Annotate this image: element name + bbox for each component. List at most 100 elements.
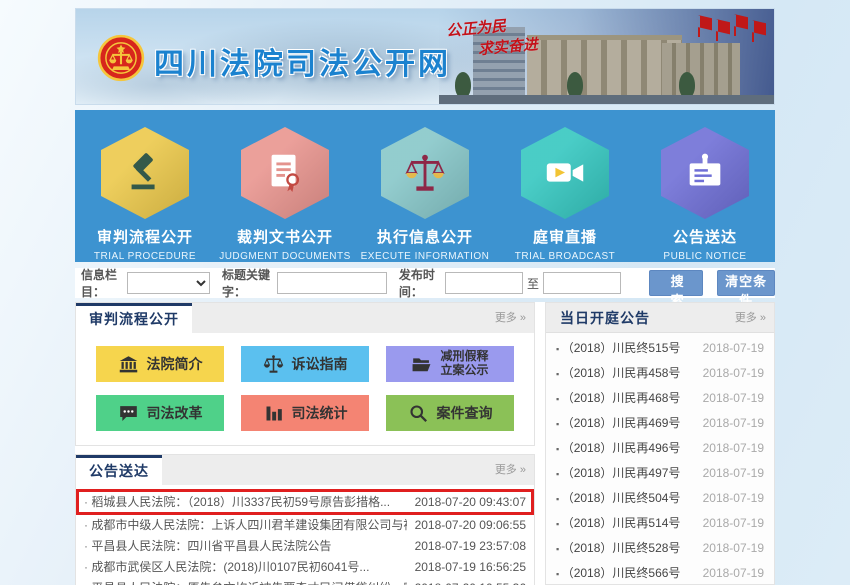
case-number-link[interactable]: （2018）川民终515号	[556, 336, 680, 361]
court-intro-button[interactable]: 法院简介	[96, 346, 224, 382]
hearing-date: 2018-07-19	[703, 361, 764, 386]
announcement-link[interactable]: 成都市中级人民法院：上诉人四川君羊建设集团有限公司与被上诉...	[84, 515, 407, 536]
hearing-case-row: （2018）川民终566号 2018-07-19	[546, 561, 774, 585]
more-link[interactable]: 更多 »	[495, 455, 534, 485]
announcement-link[interactable]: 稻城县人民法院：（2018）川3337民初59号原告彭措格...	[84, 492, 390, 512]
nav-item-public-notice[interactable]: 公告送达 PUBLIC NOTICE	[635, 110, 775, 262]
keyword-label: 标题关键字：	[222, 266, 275, 300]
left-column: 审判流程公开 更多 » 法院简介	[75, 302, 535, 585]
panel-title: 公告送达	[76, 455, 162, 485]
courthouse-icon	[118, 354, 139, 375]
hearing-case-row: （2018）川民终515号 2018-07-19	[546, 336, 774, 361]
date-to-input[interactable]	[543, 272, 621, 294]
case-number-link[interactable]: （2018）川民终566号	[556, 561, 680, 585]
date-from-input[interactable]	[445, 272, 523, 294]
red-flag	[698, 15, 712, 37]
category-label: 信息栏目：	[81, 266, 125, 300]
announcement-date: 2018-07-19 23:57:08	[415, 536, 526, 557]
announcement-row: 成都市中级人民法院：上诉人四川君羊建设集团有限公司与被上诉... 2018-07…	[76, 515, 534, 536]
more-link[interactable]: 更多 »	[735, 303, 774, 332]
today-hearing-panel: 当日开庭公告 更多 » （2018）川民终515号 2018-07-19 （20…	[545, 302, 775, 585]
nav-item-execute-information[interactable]: 执行信息公开 EXECUTE INFORMATION	[355, 110, 495, 262]
bar-chart-icon	[263, 403, 284, 424]
more-link[interactable]: 更多 »	[495, 303, 534, 333]
announcement-link[interactable]: 平昌县人民法院：四川省平昌县人民法院公告	[84, 536, 331, 557]
hearing-case-list: （2018）川民终515号 2018-07-19 （2018）川民再458号 2…	[546, 333, 774, 585]
site-title[interactable]: 四川法院司法公开网	[154, 39, 451, 83]
hearing-date: 2018-07-19	[703, 411, 764, 436]
trial-procedure-panel: 审判流程公开 更多 » 法院简介	[75, 302, 535, 446]
main-nav-band: 审判流程公开 TRIAL PROCEDURE 裁判文书公开 JUDGMENT D…	[75, 110, 775, 262]
date-label: 发布时间：	[399, 266, 443, 300]
hearing-date: 2018-07-19	[703, 561, 764, 585]
nav-item-judgment-documents[interactable]: 裁判文书公开 JUDGMENT DOCUMENTS	[215, 110, 355, 262]
announcement-date: 2018-07-20 09:43:07	[415, 492, 526, 512]
nav-label-zh: 执行信息公开	[355, 226, 495, 247]
building-main	[527, 35, 682, 99]
category-select[interactable]	[127, 272, 210, 294]
court-emblem-logo[interactable]	[96, 33, 146, 83]
announcement-row: 平昌县人民法院：原告牟文均诉被告覃奇才民间借贷纠纷一案民事... 2018-07…	[76, 578, 534, 585]
hearing-date: 2018-07-19	[703, 436, 764, 461]
case-number-link[interactable]: （2018）川民终504号	[556, 486, 680, 511]
ground	[439, 95, 774, 104]
case-number-link[interactable]: （2018）川民再497号	[556, 461, 680, 486]
nav-label-zh: 裁判文书公开	[215, 226, 355, 247]
case-number-link[interactable]: （2018）川民再468号	[556, 386, 680, 411]
hearing-date: 2018-07-19	[703, 486, 764, 511]
hearing-case-row: （2018）川民再458号 2018-07-19	[546, 361, 774, 386]
hearing-case-row: （2018）川民再496号 2018-07-19	[546, 436, 774, 461]
search-bar: 信息栏目： 标题关键字： 发布时间： 至 搜 索 清空条件	[75, 268, 775, 298]
hearing-case-row: （2018）川民再514号 2018-07-19	[546, 511, 774, 536]
red-flag	[752, 20, 766, 42]
magnifier-icon	[408, 403, 429, 424]
date-to-label: 至	[527, 275, 539, 292]
panel-title: 审判流程公开	[76, 303, 192, 333]
nav-label-zh: 公告送达	[635, 226, 775, 247]
public-notice-panel: 公告送达 更多 » 稻城县人民法院：（2018）川3337民初59号原告彭措格.…	[75, 454, 535, 585]
announcement-link[interactable]: 平昌县人民法院：原告牟文均诉被告覃奇才民间借贷纠纷一案民事...	[84, 578, 407, 585]
hearing-date: 2018-07-19	[703, 536, 764, 561]
announcement-row: 成都市武侯区人民法院：(2018)川0107民初6041号... 2018-07…	[76, 557, 534, 578]
nav-label-en: TRIAL PROCEDURE	[75, 251, 215, 262]
red-flag	[716, 19, 730, 41]
case-number-link[interactable]: （2018）川民再514号	[556, 511, 680, 536]
case-number-link[interactable]: （2018）川民再458号	[556, 361, 680, 386]
judicial-statistics-button[interactable]: 司法统计	[241, 395, 369, 431]
case-number-link[interactable]: （2018）川民再469号	[556, 411, 680, 436]
nav-label-en: TRIAL BROADCAST	[495, 251, 635, 262]
case-query-button[interactable]: 案件查询	[386, 395, 514, 431]
hearing-date: 2018-07-19	[703, 511, 764, 536]
judicial-reform-button[interactable]: 司法改革	[96, 395, 224, 431]
calligraphy-slogan: 公正为民 求实奋进	[445, 13, 538, 63]
case-number-link[interactable]: （2018）川民再496号	[556, 436, 680, 461]
commutation-parole-button[interactable]: 减刑假释立案公示	[386, 346, 514, 382]
litigation-guide-button[interactable]: 诉讼指南	[241, 346, 369, 382]
hearing-case-row: （2018）川民再468号 2018-07-19	[546, 386, 774, 411]
notice-board-icon	[682, 150, 728, 196]
announcement-link[interactable]: 成都市武侯区人民法院：(2018)川0107民初6041号...	[84, 557, 369, 578]
building-annex	[662, 43, 740, 99]
hearing-case-row: （2018）川民终504号 2018-07-19	[546, 486, 774, 511]
keyword-input[interactable]	[277, 272, 387, 294]
document-icon	[262, 150, 308, 196]
search-button[interactable]: 搜 索	[649, 270, 703, 296]
red-flag	[734, 14, 748, 36]
nav-label-en: PUBLIC NOTICE	[635, 251, 775, 262]
announcement-list: 稻城县人民法院：（2018）川3337民初59号原告彭措格... 2018-07…	[76, 485, 534, 585]
clear-conditions-button[interactable]: 清空条件	[717, 270, 775, 296]
case-number-link[interactable]: （2018）川民终528号	[556, 536, 680, 561]
scales-icon	[402, 150, 448, 196]
courthouse-photo: 公正为民 求实奋进	[439, 9, 774, 104]
announcement-row: 平昌县人民法院：四川省平昌县人民法院公告 2018-07-19 23:57:08	[76, 536, 534, 557]
speech-bubble-icon	[118, 403, 139, 424]
nav-item-trial-procedure[interactable]: 审判流程公开 TRIAL PROCEDURE	[75, 110, 215, 262]
nav-label-zh: 庭审直播	[495, 226, 635, 247]
video-camera-icon	[542, 150, 588, 196]
hearing-date: 2018-07-19	[703, 461, 764, 486]
site-banner: 四川法院司法公开网 公正为民 求实奋进	[75, 8, 775, 105]
hearing-case-row: （2018）川民终528号 2018-07-19	[546, 536, 774, 561]
nav-label-en: EXECUTE INFORMATION	[355, 251, 495, 262]
announcement-date: 2018-07-20 10:55:36	[415, 578, 526, 585]
nav-item-trial-broadcast[interactable]: 庭审直播 TRIAL BROADCAST	[495, 110, 635, 262]
